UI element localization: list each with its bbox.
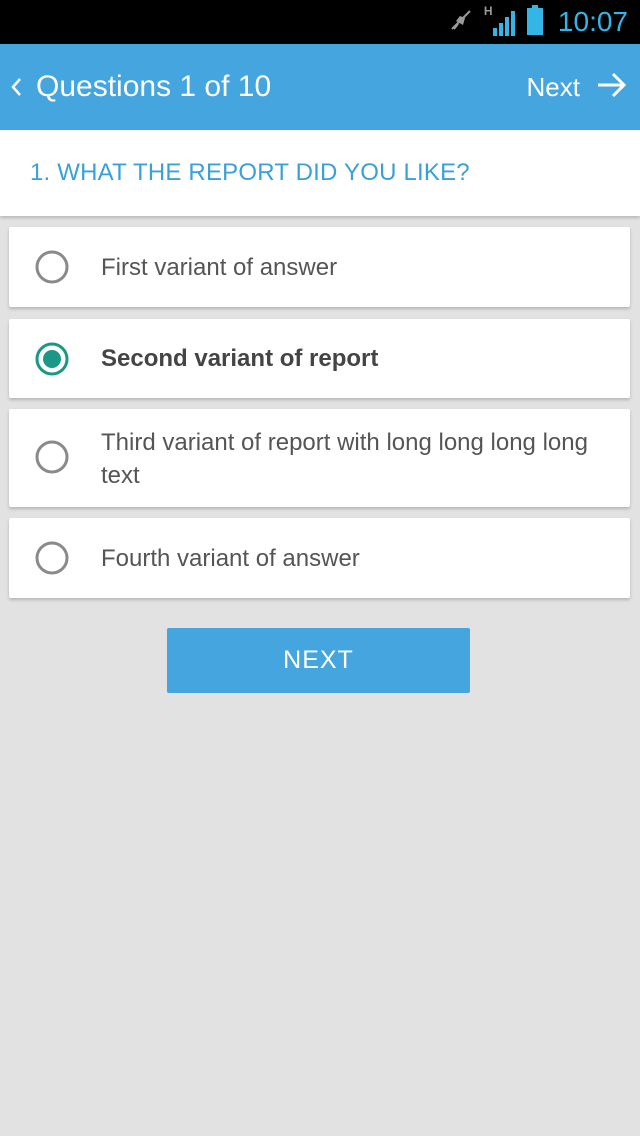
next-nav-button[interactable]: Next <box>527 44 628 130</box>
next-button[interactable]: NEXT <box>167 628 470 693</box>
answer-option-2[interactable]: Second variant of report <box>9 319 630 398</box>
arrow-right-icon <box>596 71 628 103</box>
page-title: Questions 1 of 10 <box>36 70 272 103</box>
answer-label: Third variant of report with long long l… <box>101 429 588 489</box>
answer-option-1[interactable]: First variant of answer <box>9 227 630 307</box>
status-icons: H 10:07 <box>448 0 628 44</box>
radio-unchecked-icon[interactable] <box>35 440 69 474</box>
next-nav-label: Next <box>526 71 580 102</box>
back-button[interactable]: Questions 1 of 10 <box>8 44 271 130</box>
chevron-left-icon <box>8 76 24 98</box>
mute-icon <box>448 7 474 37</box>
radio-unchecked-icon[interactable] <box>35 541 69 575</box>
answer-option-4[interactable]: Fourth variant of answer <box>9 518 630 598</box>
answer-label: First variant of answer <box>101 254 338 281</box>
signal-icon: H <box>484 4 516 38</box>
status-bar: H 10:07 <box>0 0 640 44</box>
status-time: 10:07 <box>557 6 628 37</box>
answer-option-3[interactable]: Third variant of report with long long l… <box>9 409 630 507</box>
radio-checked-icon[interactable] <box>35 342 69 376</box>
question-text: 1. WHAT THE REPORT DID YOU LIKE? <box>30 159 470 186</box>
answer-label: Second variant of report <box>101 345 379 372</box>
battery-icon <box>526 5 544 39</box>
app-bar: Questions 1 of 10 Next <box>0 44 640 130</box>
answer-label: Fourth variant of answer <box>101 545 360 572</box>
radio-unchecked-icon[interactable] <box>35 250 69 284</box>
question-card: 1. WHAT THE REPORT DID YOU LIKE? <box>0 130 640 216</box>
